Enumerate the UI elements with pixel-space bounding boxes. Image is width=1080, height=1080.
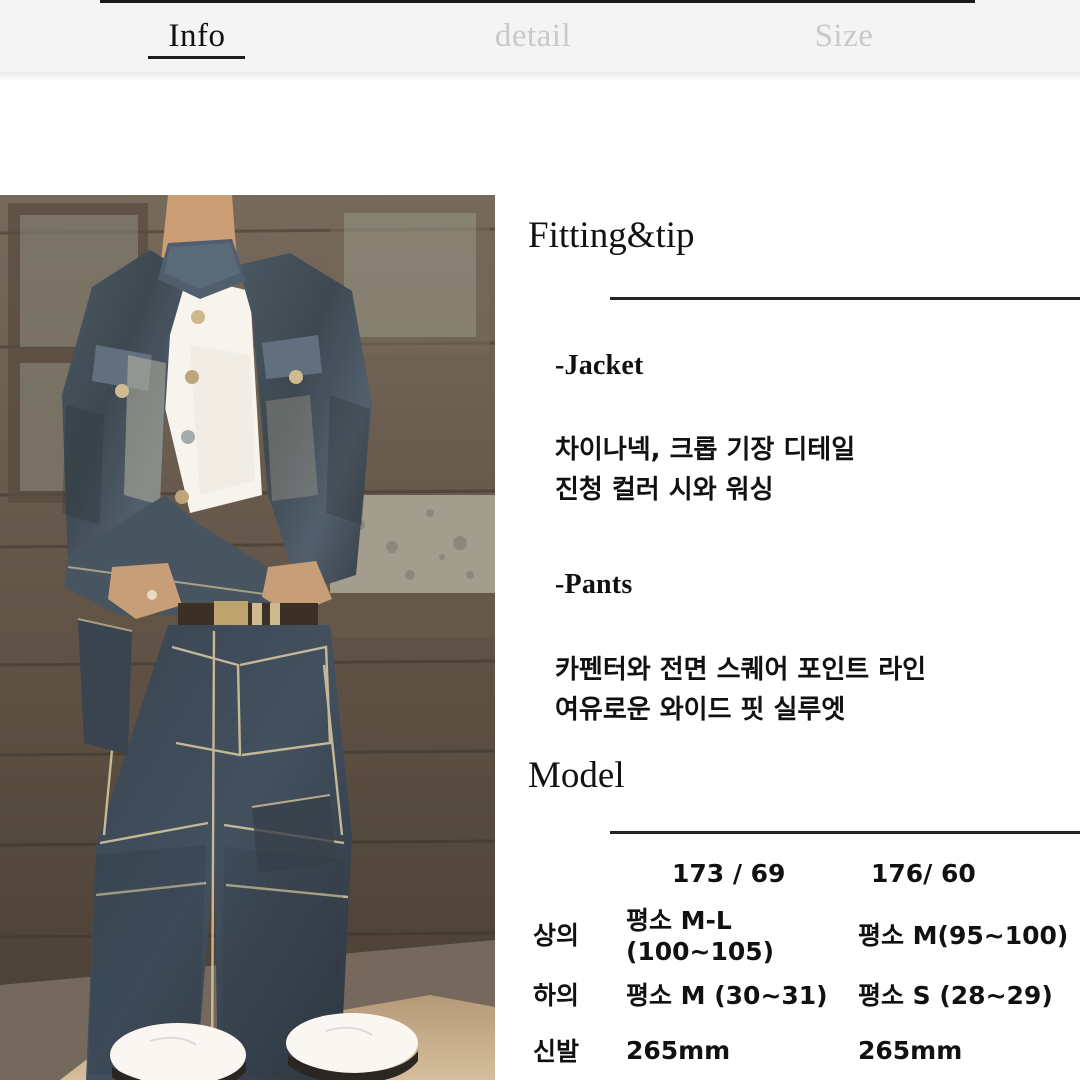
tab-active-indicator xyxy=(148,56,245,59)
row-label-bottom: 하의 xyxy=(533,981,580,1010)
product-photo-illustration xyxy=(0,195,495,1080)
product-info-panel: Fitting&tip -Jacket 차이나넥, 크롭 기장 디테일 진청 컬… xyxy=(495,195,1080,1080)
fitting-tip-rule xyxy=(610,297,1080,300)
pants-section-label: -Pants xyxy=(555,569,633,600)
header-model-2: 176/ 60 xyxy=(870,858,976,888)
row-top-model-1: 평소 M-L (100~105) xyxy=(625,906,775,966)
row-bottom-model-2: 평소 S (28~29) xyxy=(857,981,1053,1010)
fitting-tip-title: Fitting&tip xyxy=(528,215,695,256)
row-top-model-2: 평소 M(95~100) xyxy=(857,920,1069,950)
row-label-top: 상의 xyxy=(533,920,580,950)
jacket-section-label: -Jacket xyxy=(555,350,644,381)
tab-info[interactable]: Info xyxy=(118,0,276,72)
header-model-1: 173 / 69 xyxy=(671,858,786,888)
model-spec-table: 173 / 69 176/ 60 상의 평소 M-L (100~105) 평소 … xyxy=(495,845,1080,1078)
table-header-row: 173 / 69 176/ 60 xyxy=(495,845,1080,901)
product-detail-page: Info detail Size Fitting&tip -Jacket 차이나… xyxy=(0,0,1080,1080)
tab-bar-shadow xyxy=(0,72,1080,81)
table-row: 상의 평소 M-L (100~105) 평소 M(95~100) xyxy=(495,901,1080,966)
row-label-shoes: 신발 xyxy=(533,1037,580,1066)
tab-detail[interactable]: detail xyxy=(408,0,658,72)
jacket-description: 차이나넥, 크롭 기장 디테일 진청 컬러 시와 워싱 xyxy=(555,435,856,505)
model-section-title: Model xyxy=(528,755,625,796)
product-photo xyxy=(0,195,495,1080)
row-shoes-model-1: 265mm xyxy=(625,1035,731,1065)
tab-size-label: Size xyxy=(814,17,874,54)
row-shoes-model-2: 265mm xyxy=(857,1035,963,1065)
row-bottom-model-1: 평소 M (30~31) xyxy=(625,981,828,1010)
tab-detail-label: detail xyxy=(494,17,572,54)
header-blank xyxy=(495,845,606,901)
table-row: 하의 평소 M (30~31) 평소 S (28~29) xyxy=(495,966,1080,1022)
tab-info-label: Info xyxy=(168,17,226,54)
tab-bar: Info detail Size xyxy=(0,0,1080,72)
table-row: 신발 265mm 265mm xyxy=(495,1022,1080,1078)
tab-size[interactable]: Size xyxy=(724,0,964,72)
pants-description: 카펜터와 전면 스퀘어 포인트 라인 여유로운 와이드 핏 실루엣 xyxy=(555,655,927,725)
model-section-rule xyxy=(610,831,1080,834)
